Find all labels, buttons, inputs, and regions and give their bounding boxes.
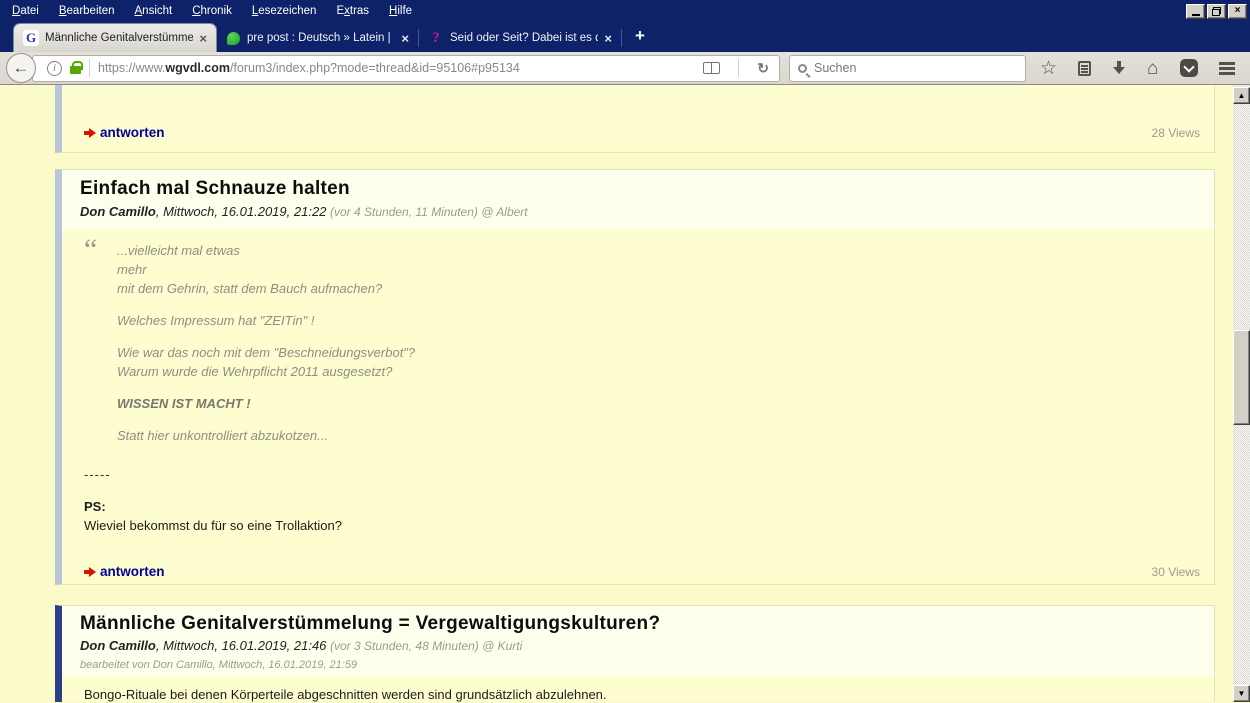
restore-icon — [1212, 6, 1221, 16]
signature-separator: ----- — [84, 467, 111, 482]
post-author[interactable]: Don Camillo — [80, 638, 156, 653]
tab-bar: G Männliche Genitalverstümmel... × pre p… — [0, 22, 1250, 52]
reply-arrow-icon — [84, 566, 96, 577]
post-einfach-mal-schnauze-halten: Einfach mal Schnauze halten Don Camillo,… — [55, 169, 1215, 585]
post-body-text: Bongo-Rituale bei denen Körperteile abge… — [84, 687, 607, 702]
post-byline: Don Camillo, Mittwoch, 16.01.2019, 21:22… — [80, 204, 528, 219]
close-button[interactable]: × — [1228, 3, 1247, 19]
views-count: 28 Views — [1151, 125, 1200, 140]
post-maennliche-genitalverstuemmelung: Männliche Genitalverstümmelung = Vergewa… — [55, 605, 1215, 702]
menu-datei[interactable]: Datei — [3, 2, 48, 20]
ps-text: Wieviel bekommst du für so eine Trollakt… — [84, 518, 342, 533]
question-favicon: ? — [432, 29, 440, 46]
quote-block: “ ...vielleicht mal etwas mehr mit dem G… — [84, 233, 1200, 458]
reply-link[interactable]: antworten — [84, 125, 165, 140]
hamburger-menu-icon[interactable] — [1218, 61, 1235, 65]
tab-close-icon[interactable]: × — [604, 32, 612, 45]
back-button[interactable]: ← — [6, 53, 36, 83]
downloads-icon[interactable] — [1112, 61, 1126, 75]
vertical-scrollbar[interactable]: ▲ ▼ — [1233, 85, 1250, 702]
search-input[interactable] — [814, 61, 1017, 75]
forum-page: antworten 28 Views Einfach mal Schnauze … — [0, 85, 1233, 702]
navigation-toolbar: ← i https://www.wgvdl.com/forum3/index.p… — [0, 52, 1250, 85]
post-author[interactable]: Don Camillo — [80, 204, 156, 219]
browser-viewport: antworten 28 Views Einfach mal Schnauze … — [0, 85, 1250, 702]
menubar: Datei Bearbeiten Ansicht Chronik Lesezei… — [3, 2, 421, 20]
search-box[interactable] — [789, 54, 1026, 82]
minimize-icon — [1191, 14, 1200, 16]
tab-close-icon[interactable]: × — [401, 32, 409, 45]
url-text[interactable]: https://www.wgvdl.com/forum3/index.php?m… — [98, 61, 693, 75]
menu-lesezeichen[interactable]: Lesezeichen — [243, 2, 326, 20]
post-partial-top: antworten 28 Views — [55, 85, 1215, 153]
titlebar: Datei Bearbeiten Ansicht Chronik Lesezei… — [0, 0, 1250, 22]
reply-arrow-icon — [84, 127, 96, 138]
tab-pre-post-latein[interactable]: pre post : Deutsch » Latein | ... × — [216, 24, 418, 52]
search-icon — [798, 63, 807, 73]
menu-chronik[interactable]: Chronik — [183, 2, 241, 20]
menu-ansicht[interactable]: Ansicht — [126, 2, 182, 20]
close-icon: × — [1234, 5, 1241, 16]
pocket-icon[interactable] — [1179, 59, 1198, 77]
scroll-up-button[interactable]: ▲ — [1233, 87, 1250, 104]
bookmark-star-icon[interactable]: ☆ — [1040, 59, 1057, 78]
window-controls: × — [1186, 3, 1247, 19]
scrollbar-thumb[interactable] — [1233, 330, 1250, 425]
menu-bearbeiten[interactable]: Bearbeiten — [50, 2, 124, 20]
post-byline: Don Camillo, Mittwoch, 16.01.2019, 21:46… — [80, 638, 523, 653]
tab-close-icon[interactable]: × — [199, 32, 207, 45]
url-bar[interactable]: i https://www.wgvdl.com/forum3/index.php… — [32, 54, 780, 82]
minimize-button[interactable] — [1186, 3, 1205, 19]
scroll-down-button[interactable]: ▼ — [1233, 685, 1250, 702]
tab-active-genitalverstuemmelung[interactable]: G Männliche Genitalverstümmel... × — [14, 24, 216, 52]
page-info-icon[interactable]: i — [47, 60, 62, 76]
balloon-favicon — [226, 31, 240, 45]
new-tab-button[interactable]: + — [622, 26, 658, 52]
site-favicon-g: G — [23, 30, 39, 46]
post-title: Einfach mal Schnauze halten — [80, 178, 350, 199]
post-title: Männliche Genitalverstümmelung = Vergewa… — [80, 613, 661, 634]
reload-icon[interactable]: ↻ — [757, 61, 769, 75]
reply-link[interactable]: antworten — [84, 564, 165, 579]
home-icon[interactable]: ⌂ — [1147, 59, 1158, 78]
menu-hilfe[interactable]: Hilfe — [380, 2, 421, 20]
edited-note: bearbeitet von Don Camillo, Mittwoch, 16… — [80, 659, 357, 671]
restore-button[interactable] — [1207, 3, 1226, 19]
ssl-lock-icon[interactable] — [70, 61, 83, 74]
tab-seid-oder-seit[interactable]: ? Seid oder Seit? Dabei ist es d... × — [419, 24, 621, 52]
views-count: 30 Views — [1151, 564, 1200, 579]
menu-extras[interactable]: Extras — [327, 2, 378, 20]
library-icon[interactable] — [1078, 60, 1092, 76]
reader-mode-icon[interactable] — [703, 62, 721, 74]
quote-icon: “ — [84, 233, 98, 266]
ps-label: PS: — [84, 499, 106, 514]
